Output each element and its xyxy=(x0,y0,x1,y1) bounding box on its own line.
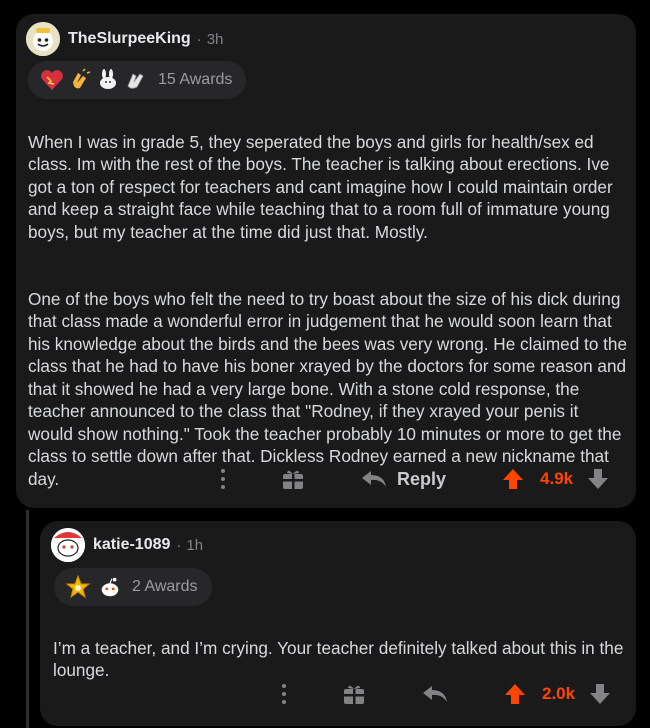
awards-count: 15 Awards xyxy=(158,71,233,88)
comment-body: When I was in grade 5, they seperated th… xyxy=(28,108,628,513)
downvote-icon[interactable] xyxy=(589,683,611,705)
username[interactable]: TheSlurpeeKing xyxy=(68,30,191,48)
awards-pill[interactable]: 2 Awards xyxy=(54,568,212,606)
avatar[interactable] xyxy=(26,22,60,56)
awards-pill[interactable]: 15 Awards xyxy=(28,61,247,99)
more-options-icon[interactable] xyxy=(272,683,296,705)
comment-actions: 2.0k xyxy=(272,683,611,705)
timestamp: 3h xyxy=(206,30,224,48)
comment-header: katie-1089 · 1h xyxy=(51,528,203,562)
comment-paragraph: When I was in grade 5, they seperated th… xyxy=(28,131,613,242)
username[interactable]: katie-1089 xyxy=(93,536,170,554)
reply-button[interactable]: Reply xyxy=(361,469,446,490)
reply-button[interactable] xyxy=(422,684,448,704)
meta-separator: · xyxy=(176,536,182,554)
thread-line xyxy=(26,510,29,728)
hands-award-icon xyxy=(124,68,148,92)
upvote-icon[interactable] xyxy=(504,683,526,705)
bunny-award-icon xyxy=(96,68,120,92)
clapping-hands-award-icon xyxy=(68,68,92,92)
comment-paragraph: I’m a teacher, and I’m crying. Your teac… xyxy=(53,637,624,681)
more-options-icon[interactable] xyxy=(211,468,235,490)
reply-label: Reply xyxy=(397,468,447,489)
comment-card: TheSlurpeeKing · 3h 15 Awards When I was… xyxy=(16,14,636,508)
comment-actions: Reply 4.9k xyxy=(211,468,609,490)
meta-separator: · xyxy=(196,30,202,48)
avatar[interactable] xyxy=(51,528,85,562)
reply-comment-card: katie-1089 · 1h 2 Awards I’m a teacher, … xyxy=(40,521,636,726)
vote-score: 2.0k xyxy=(542,684,576,703)
snoo-award-icon xyxy=(98,575,122,599)
gift-award-icon[interactable] xyxy=(281,468,305,490)
comment-header: TheSlurpeeKing · 3h xyxy=(26,22,223,56)
upvote-icon[interactable] xyxy=(502,468,524,490)
star-award-icon xyxy=(66,575,90,599)
gift-award-icon[interactable] xyxy=(342,683,366,705)
heart-award-icon xyxy=(40,68,64,92)
comment-paragraph: One of the boys who felt the need to try… xyxy=(28,288,628,489)
timestamp: 1h xyxy=(186,536,204,554)
awards-count: 2 Awards xyxy=(132,578,198,595)
downvote-icon[interactable] xyxy=(587,468,609,490)
vote-score: 4.9k xyxy=(540,469,574,488)
